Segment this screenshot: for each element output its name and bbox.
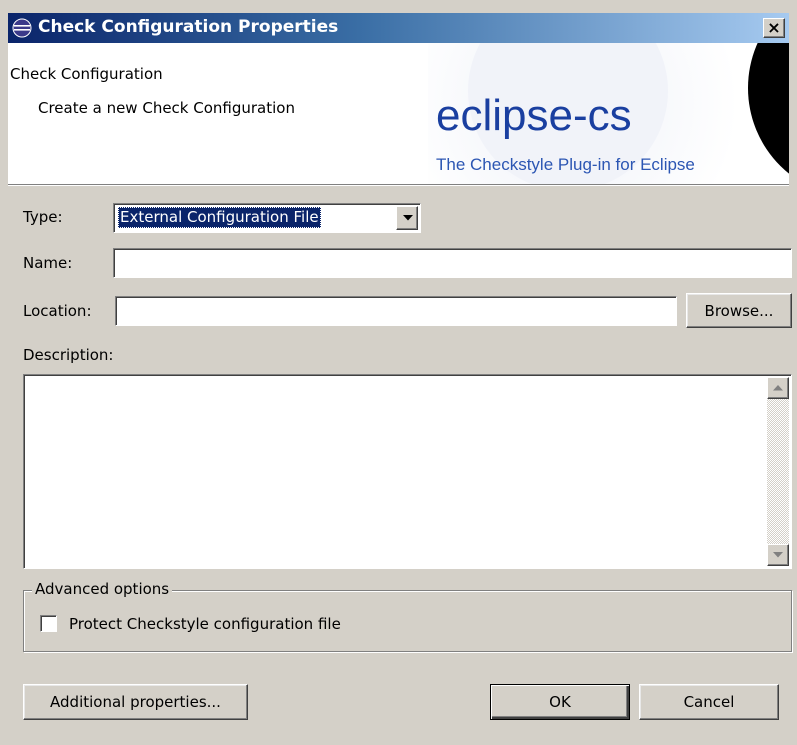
name-label: Name: xyxy=(23,254,73,272)
description-field[interactable] xyxy=(23,374,792,569)
window-title: Check Configuration Properties xyxy=(38,17,339,37)
banner-title: Check Configuration xyxy=(10,65,163,83)
cancel-button[interactable]: Cancel xyxy=(639,684,779,720)
arrow-up-icon xyxy=(773,385,783,391)
dialog-window: Check Configuration Properties × eclipse… xyxy=(0,0,797,745)
chevron-down-icon xyxy=(403,215,413,221)
scroll-up-button[interactable] xyxy=(767,377,789,399)
logo-tagline: The Checkstyle Plug-in for Eclipse xyxy=(436,155,695,174)
banner-separator xyxy=(8,184,789,186)
banner-message: Create a new Check Configuration xyxy=(38,99,295,117)
type-label: Type: xyxy=(23,208,63,226)
description-scrollbar[interactable] xyxy=(767,377,789,566)
close-button[interactable]: × xyxy=(763,18,785,38)
advanced-options-legend: Advanced options xyxy=(32,580,173,598)
scroll-down-button[interactable] xyxy=(767,544,789,566)
location-label: Location: xyxy=(23,302,92,320)
type-select-value: External Configuration File xyxy=(118,207,321,228)
arrow-down-icon xyxy=(773,552,783,558)
title-bar[interactable]: Check Configuration Properties × xyxy=(8,13,789,43)
type-select[interactable]: External Configuration File xyxy=(113,203,421,233)
close-icon: × xyxy=(767,18,781,37)
eclipse-icon xyxy=(12,18,32,38)
additional-properties-button[interactable]: Additional properties... xyxy=(23,684,248,720)
protect-config-checkbox[interactable] xyxy=(40,615,57,632)
description-label: Description: xyxy=(23,346,114,364)
protect-config-label[interactable]: Protect Checkstyle configuration file xyxy=(69,615,341,633)
type-select-dropdown-button[interactable] xyxy=(396,206,418,230)
advanced-options-group: Advanced options Protect Checkstyle conf… xyxy=(23,580,792,652)
logo-text: eclipse-cs xyxy=(436,91,632,140)
banner-area: eclipse-cs The Checkstyle Plug-in for Ec… xyxy=(8,43,789,184)
browse-button[interactable]: Browse... xyxy=(686,293,792,328)
name-field[interactable] xyxy=(113,248,792,278)
location-field[interactable] xyxy=(115,296,677,326)
ok-button[interactable]: OK xyxy=(490,684,630,720)
